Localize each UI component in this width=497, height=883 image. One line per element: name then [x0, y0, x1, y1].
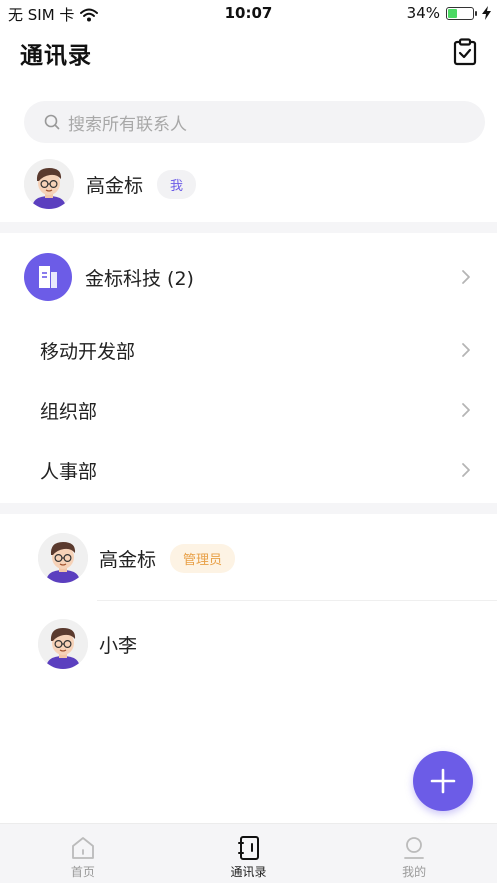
avatar — [38, 533, 88, 583]
my-name: 高金标 — [86, 174, 144, 197]
department-row[interactable]: 人事部 — [40, 450, 497, 490]
my-profile-row[interactable]: 高金标 我 — [24, 158, 497, 210]
battery-icon — [446, 6, 477, 20]
tab-home[interactable]: 首页 — [0, 824, 166, 883]
chevron-right-icon — [462, 270, 470, 284]
clipboard-check-icon[interactable] — [451, 38, 479, 66]
battery-fill — [448, 8, 457, 18]
tab-label: 我的 — [402, 865, 427, 879]
status-bar: 无 SIM 卡 10:07 34% — [0, 0, 497, 26]
company-document-icon — [24, 253, 72, 301]
row-separator — [97, 600, 497, 601]
tab-mine[interactable]: 我的 — [331, 824, 497, 883]
section-divider — [0, 222, 497, 233]
search-placeholder: 搜索所有联系人 — [68, 114, 187, 135]
member-row[interactable]: 小李 — [38, 618, 497, 670]
avatar — [38, 619, 88, 669]
user-icon — [404, 837, 425, 859]
search-icon — [44, 114, 60, 130]
department-name: 人事部 — [40, 460, 98, 483]
status-right: 34% — [407, 4, 491, 22]
company-row[interactable]: 金标科技 (2) — [24, 252, 497, 302]
home-icon — [71, 837, 94, 859]
section-divider — [0, 503, 497, 514]
add-button[interactable] — [413, 751, 473, 811]
avatar — [24, 159, 74, 209]
me-tag-badge: 我 — [157, 169, 197, 199]
admin-tag-badge: 管理员 — [170, 543, 236, 573]
chevron-right-icon — [462, 343, 470, 357]
battery-percent: 34% — [406, 4, 440, 22]
department-name: 移动开发部 — [40, 340, 136, 363]
tab-contacts[interactable]: 通讯录 — [166, 824, 332, 883]
chevron-right-icon — [462, 463, 470, 477]
tab-label: 通讯录 — [230, 865, 267, 879]
charging-bolt-icon — [482, 6, 491, 20]
contacts-book-icon — [237, 836, 259, 860]
member-row[interactable]: 高金标 管理员 — [38, 532, 497, 584]
tab-label: 首页 — [70, 865, 95, 879]
department-row[interactable]: 组织部 — [40, 390, 497, 430]
company-name: 金标科技 (2) — [85, 267, 194, 290]
search-input[interactable]: 搜索所有联系人 — [24, 101, 485, 143]
member-name: 小李 — [99, 634, 138, 657]
page-title: 通讯录 — [20, 43, 92, 69]
department-name: 组织部 — [40, 400, 98, 423]
chevron-right-icon — [462, 403, 470, 417]
department-row[interactable]: 移动开发部 — [40, 330, 497, 370]
plus-icon — [430, 768, 456, 794]
tab-bar: 首页 通讯录 我的 — [0, 823, 497, 883]
member-name: 高金标 — [99, 548, 157, 571]
